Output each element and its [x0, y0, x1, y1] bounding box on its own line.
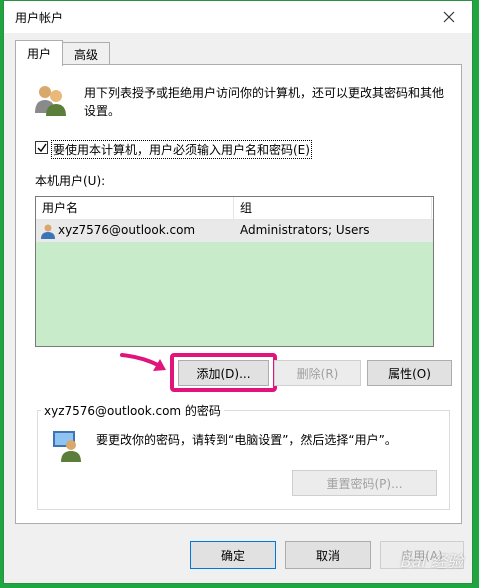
- user-accounts-dialog: 用户帐户 用户 高级 用下列表授予或拒绝用户访问你的计算机，还可以更改其密码和其…: [3, 0, 473, 584]
- cancel-button-label: 取消: [315, 548, 340, 563]
- ok-button-label: 确定: [220, 548, 245, 563]
- title-bar[interactable]: 用户帐户: [4, 1, 472, 33]
- intro-text-line2: 设置。: [84, 104, 121, 118]
- user-group-cell: Administrators; Users: [240, 223, 370, 237]
- user-name-cell: xyz7576@outlook.com: [58, 223, 196, 237]
- column-group[interactable]: 组: [234, 197, 432, 219]
- user-icon: [41, 224, 55, 239]
- cancel-button[interactable]: 取消: [285, 541, 371, 569]
- tab-users[interactable]: 用户: [15, 40, 63, 66]
- add-button[interactable]: 添加(D)...: [178, 360, 269, 386]
- reset-password-button[interactable]: 重置密码(P)...: [292, 470, 437, 496]
- tab-users-label: 用户: [26, 47, 51, 61]
- close-icon: [443, 11, 455, 23]
- properties-button-label: 属性(O): [388, 366, 431, 381]
- password-group-text: 要更改你的密码，请转到“电脑设置”，然后选择“用户”。: [96, 433, 397, 447]
- close-button[interactable]: [426, 1, 472, 33]
- intro-text-line1: 用下列表授予或拒绝用户访问你的计算机，还可以更改其密码和其他: [84, 86, 445, 100]
- watermark: Bai 经验: [400, 552, 463, 571]
- window-title: 用户帐户: [15, 11, 64, 25]
- password-group-title: xyz7576@outlook.com 的密码: [41, 402, 224, 419]
- reset-password-button-label: 重置密码(P)...: [326, 476, 403, 491]
- checkmark-icon: [37, 143, 47, 152]
- users-list-header: 用户名 组: [36, 197, 433, 220]
- user-password-icon: [53, 431, 81, 462]
- require-password-checkbox[interactable]: [35, 141, 48, 154]
- require-password-label[interactable]: 要使用本计算机，用户必须输入用户名和密码(E): [51, 140, 312, 159]
- properties-button[interactable]: 属性(O): [367, 360, 452, 386]
- remove-button[interactable]: 删除(R): [274, 360, 361, 386]
- remove-button-label: 删除(R): [296, 366, 339, 381]
- arrow-pointer-icon: [120, 353, 166, 371]
- column-username[interactable]: 用户名: [36, 197, 234, 219]
- users-list[interactable]: 用户名 组 xyz7576@outlook.com Administrators…: [35, 196, 434, 347]
- tab-advanced[interactable]: 高级: [62, 42, 110, 65]
- users-tab-panel: 用下列表授予或拒绝用户访问你的计算机，还可以更改其密码和其他 设置。 要使用本计…: [15, 64, 462, 524]
- table-row[interactable]: xyz7576@outlook.com Administrators; User…: [36, 220, 433, 242]
- local-users-label: 本机用户(U):: [35, 174, 106, 188]
- ok-button[interactable]: 确定: [190, 541, 276, 569]
- add-button-label: 添加(D)...: [196, 366, 251, 381]
- users-icon: [35, 86, 66, 116]
- tab-advanced-label: 高级: [73, 47, 98, 62]
